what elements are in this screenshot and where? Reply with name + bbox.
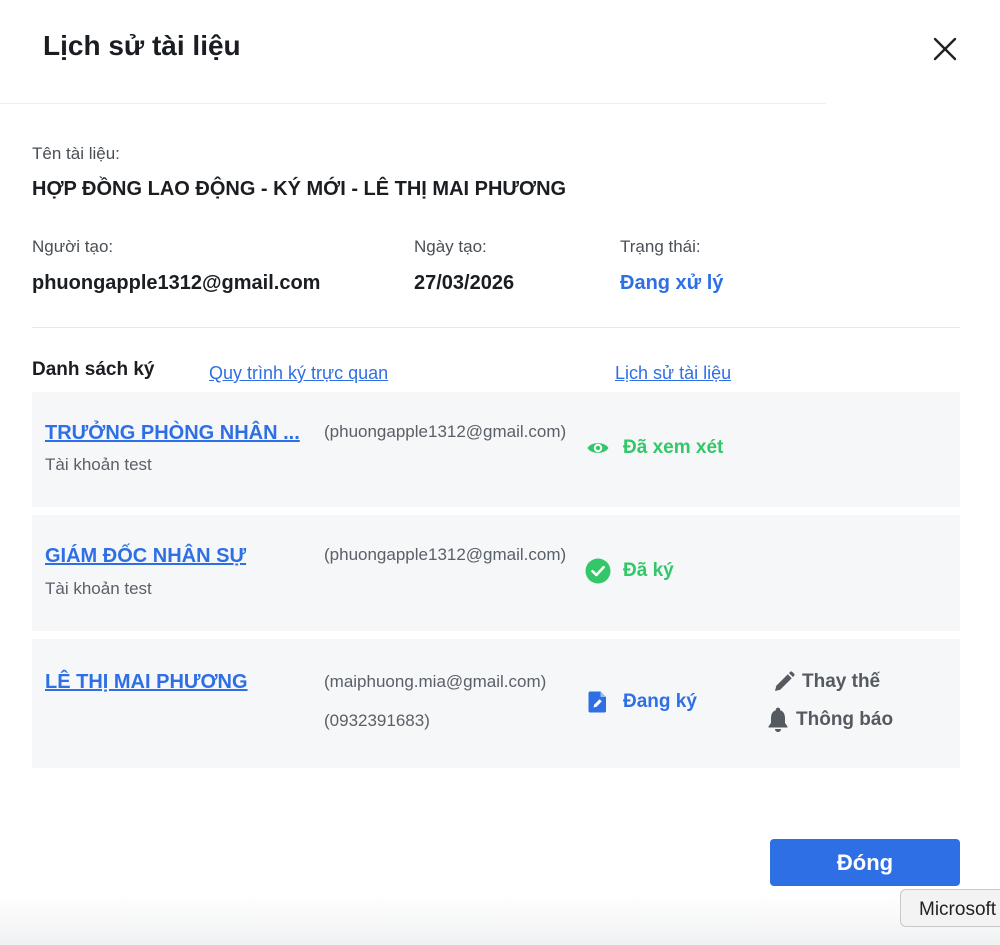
signer-row: TRƯỞNG PHÒNG NHÂN ... Tài khoản test (ph… (32, 392, 960, 507)
close-icon (933, 37, 957, 61)
check-circle-icon (585, 558, 611, 584)
status-label: Trạng thái: (620, 237, 701, 256)
document-history-link[interactable]: Lịch sử tài liệu (615, 363, 731, 384)
eye-icon (585, 435, 611, 461)
close-button[interactable] (928, 32, 962, 66)
bottom-shadow (0, 895, 1000, 945)
close-modal-button[interactable]: Đóng (770, 839, 960, 886)
document-name-value: HỢP ĐỒNG LAO ĐỘNG - KÝ MỚI - LÊ THỊ MAI … (32, 178, 567, 200)
signer-status: Đang ký (585, 689, 697, 715)
signers-section-title: Danh sách ký (32, 359, 155, 380)
creator-value: phuongapple1312@gmail.com (32, 272, 321, 294)
document-edit-icon (585, 689, 611, 715)
replace-button-label: Thay thế (802, 671, 881, 692)
replace-button[interactable]: Thay thế (772, 670, 880, 694)
signer-name-link[interactable]: LÊ THỊ MAI PHƯƠNG (45, 671, 248, 694)
signer-row: LÊ THỊ MAI PHƯƠNG (maiphuong.mia@gmail.c… (32, 639, 960, 768)
section-divider (32, 327, 960, 328)
signer-phone: (0932391683) (324, 711, 430, 730)
status-value: Đang xử lý (620, 272, 724, 294)
pencil-icon (772, 670, 796, 694)
modal-title: Lịch sử tài liệu (43, 30, 241, 61)
notify-button-label: Thông báo (796, 709, 894, 730)
signer-email: (phuongapple1312@gmail.com) (324, 545, 567, 564)
signer-subtitle: Tài khoản test (45, 579, 152, 598)
creator-label: Người tạo: (32, 237, 114, 256)
modal-header: Lịch sử tài liệu (0, 0, 826, 104)
signer-status: Đã xem xét (585, 435, 723, 461)
notify-button[interactable]: Thông báo (766, 707, 894, 732)
signer-name-link[interactable]: TRƯỞNG PHÒNG NHÂN ... (45, 422, 300, 445)
signer-status-text: Đã xem xét (623, 437, 724, 458)
document-history-modal: Lịch sử tài liệu Tên tài liệu: HỢP ĐỒNG … (0, 0, 1000, 945)
signer-subtitle: Tài khoản test (45, 455, 152, 474)
document-name-label: Tên tài liệu: (32, 144, 120, 163)
bell-icon (766, 707, 790, 732)
signer-email: (phuongapple1312@gmail.com) (324, 422, 567, 441)
visual-flow-link[interactable]: Quy trình ký trực quan (209, 363, 388, 384)
signer-status-text: Đang ký (623, 691, 697, 712)
signer-status: Đã ký (585, 558, 674, 584)
signer-status-text: Đã ký (623, 560, 674, 581)
tooltip: Microsoft (900, 889, 1000, 927)
created-date-value: 27/03/2026 (414, 272, 515, 294)
signer-name-link[interactable]: GIÁM ĐỐC NHÂN SỰ (45, 545, 246, 568)
signer-row: GIÁM ĐỐC NHÂN SỰ Tài khoản test (phuonga… (32, 515, 960, 631)
signer-email: (maiphuong.mia@gmail.com) (324, 672, 547, 691)
created-date-label: Ngày tạo: (414, 237, 487, 256)
